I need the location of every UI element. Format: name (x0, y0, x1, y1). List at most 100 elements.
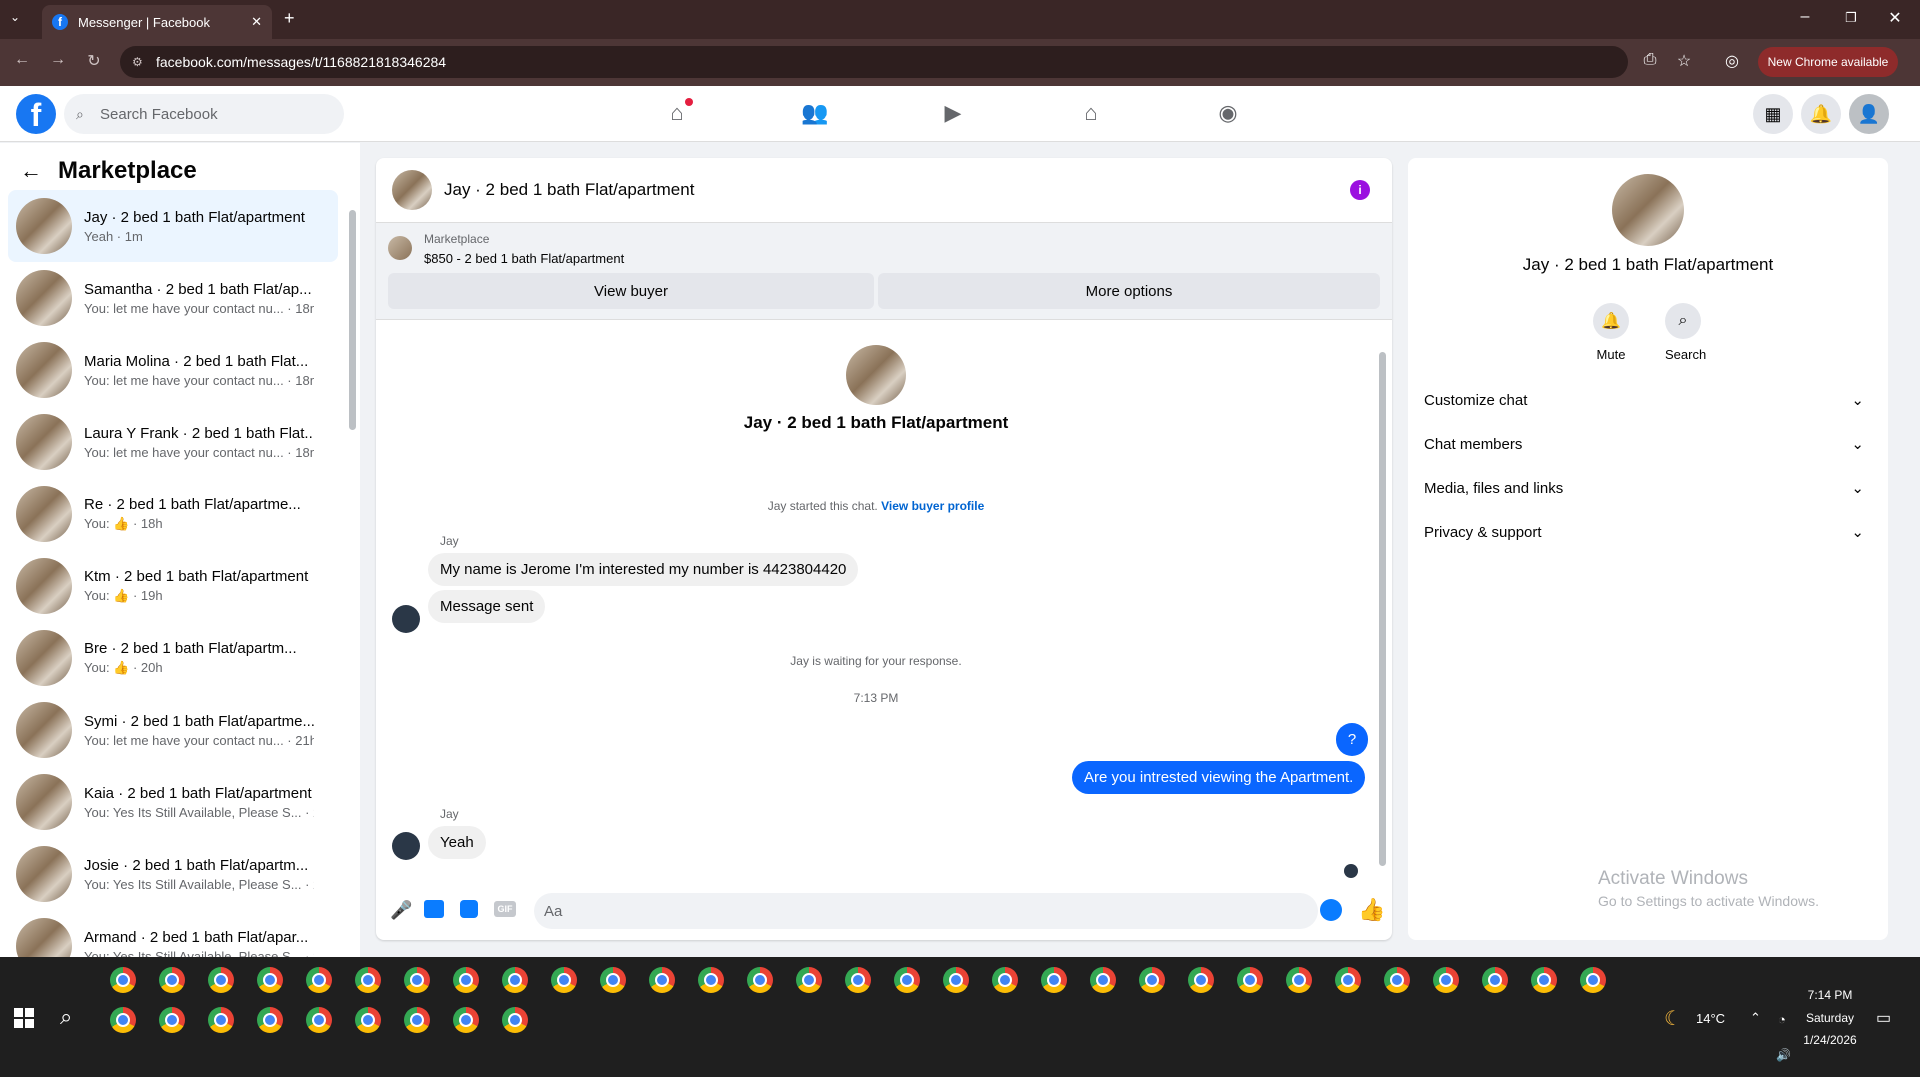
taskbar-app-icon[interactable] (1090, 967, 1116, 993)
taskbar-app-icon[interactable] (845, 967, 871, 993)
friends-icon[interactable]: 👥 (795, 100, 835, 128)
incoming-message[interactable]: My name is Jerome I'm interested my numb… (428, 553, 859, 586)
search-conversation-button[interactable]: ⌕ Search (1665, 303, 1706, 362)
taskbar-app-icon[interactable] (600, 967, 626, 993)
photo-icon[interactable] (424, 900, 444, 918)
weather-moon-icon[interactable]: ☾ (1664, 1006, 1682, 1031)
message-input[interactable]: Aa (534, 893, 1318, 929)
conversation-item[interactable]: Symi · 2 bed 1 bath Flat/apartme... You: … (8, 694, 338, 766)
gif-icon[interactable]: GIF (494, 901, 516, 917)
emoji-icon[interactable] (1320, 899, 1342, 921)
chat-scrollbar[interactable] (1379, 352, 1386, 866)
back-arrow-icon[interactable]: ← (20, 158, 42, 184)
show-hidden-icons[interactable]: ⌃ (1750, 1010, 1761, 1026)
search-facebook-input[interactable]: ⌕ Search Facebook (64, 94, 344, 134)
weather-temp[interactable]: 14°C (1696, 1011, 1725, 1026)
taskbar-app-icon[interactable] (1335, 967, 1361, 993)
taskbar-app-icon[interactable] (1384, 967, 1410, 993)
taskbar-app-icon[interactable] (1286, 967, 1312, 993)
taskbar-time[interactable]: 7:14 PM (1800, 988, 1860, 1002)
details-option[interactable]: Chat members ⌄ (1424, 424, 1872, 464)
taskbar-app-icon[interactable] (306, 1007, 332, 1033)
taskbar-app-icon[interactable] (502, 1007, 528, 1033)
url-field[interactable]: ⚙ facebook.com/messages/t/11688218183462… (120, 46, 1628, 78)
new-chrome-available-button[interactable]: New Chrome available (1758, 47, 1898, 77)
view-buyer-profile-link[interactable]: View buyer profile (881, 499, 984, 513)
details-option[interactable]: Customize chat ⌄ (1424, 380, 1872, 420)
taskbar-app-icon[interactable] (747, 967, 773, 993)
marketplace-icon[interactable]: ⌂ (1071, 100, 1111, 128)
info-icon[interactable]: i (1350, 180, 1370, 200)
taskbar-app-icon[interactable] (1580, 967, 1606, 993)
home-icon[interactable]: ⌂ (657, 98, 697, 128)
taskbar-app-icon[interactable] (1482, 967, 1508, 993)
incoming-message[interactable]: Yeah (428, 826, 486, 859)
install-icon[interactable]: ⎙ (1638, 51, 1662, 69)
taskbar-date[interactable]: 1/24/2026 (1800, 1033, 1860, 1047)
taskbar-app-icon[interactable] (1531, 967, 1557, 993)
outgoing-message[interactable]: ? (1336, 723, 1368, 756)
more-options-button[interactable]: More options (878, 273, 1380, 309)
chat-avatar[interactable] (392, 170, 432, 210)
taskbar-app-icon[interactable] (208, 1007, 234, 1033)
taskbar-app-icon[interactable] (404, 1007, 430, 1033)
taskbar-app-icon[interactable] (1433, 967, 1459, 993)
taskbar-app-icon[interactable] (453, 1007, 479, 1033)
taskbar-app-icon[interactable] (1237, 967, 1263, 993)
site-info-icon[interactable]: ⚙ (132, 55, 143, 69)
taskbar-app-icon[interactable] (257, 1007, 283, 1033)
conversation-item[interactable]: Jay · 2 bed 1 bath Flat/apartment Yeah · … (8, 190, 338, 262)
taskbar-app-icon[interactable] (355, 1007, 381, 1033)
outgoing-message[interactable]: Are you intrested viewing the Apartment. (1072, 761, 1366, 794)
conversation-scrollbar[interactable] (349, 210, 356, 430)
taskbar-app-icon[interactable] (551, 967, 577, 993)
taskbar-app-icon[interactable] (453, 967, 479, 993)
taskbar-day[interactable]: Saturday (1800, 1011, 1860, 1025)
mute-button[interactable]: 🔔 Mute (1593, 303, 1629, 362)
bookmark-star-icon[interactable]: ☆ (1672, 51, 1696, 71)
conversation-item[interactable]: Bre · 2 bed 1 bath Flat/apartm... You: 👍 … (8, 622, 338, 694)
conversation-item[interactable]: Josie · 2 bed 1 bath Flat/apartm... You: … (8, 838, 338, 910)
taskbar-app-icon[interactable] (698, 967, 724, 993)
taskbar-app-icon[interactable] (257, 967, 283, 993)
incoming-message[interactable]: Message sent (428, 590, 546, 623)
taskbar-app-icon[interactable] (208, 967, 234, 993)
taskbar-app-icon[interactable] (649, 967, 675, 993)
taskbar-app-icon[interactable] (1139, 967, 1165, 993)
taskbar-app-icon[interactable] (1188, 967, 1214, 993)
network-icon[interactable]: ◔ (1778, 1012, 1786, 1027)
video-icon[interactable]: ▶ (933, 100, 973, 128)
taskbar-app-icon[interactable] (159, 967, 185, 993)
taskbar-app-icon[interactable] (110, 1007, 136, 1033)
browser-tab[interactable]: f Messenger | Facebook ✕ (42, 5, 272, 39)
taskbar-app-icon[interactable] (1041, 967, 1067, 993)
taskbar-app-icon[interactable] (404, 967, 430, 993)
taskbar-app-icon[interactable] (992, 967, 1018, 993)
taskbar-app-icon[interactable] (159, 1007, 185, 1033)
taskbar-app-icon[interactable] (894, 967, 920, 993)
facebook-logo-icon[interactable]: f (16, 94, 56, 134)
conversation-item[interactable]: Laura Y Frank · 2 bed 1 bath Flat... You:… (8, 406, 338, 478)
conversation-item[interactable]: Samantha · 2 bed 1 bath Flat/ap... You: l… (8, 262, 338, 334)
tab-list-icon[interactable]: ⌄ (10, 10, 20, 24)
taskbar-app-icon[interactable] (306, 967, 332, 993)
groups-icon[interactable]: ◉ (1208, 100, 1248, 128)
view-buyer-button[interactable]: View buyer (388, 273, 874, 309)
taskbar-app-icon[interactable] (502, 967, 528, 993)
reload-icon[interactable]: ↻ (82, 51, 106, 71)
details-option[interactable]: Privacy & support ⌄ (1424, 512, 1872, 552)
close-window-icon[interactable]: ✕ (1880, 8, 1910, 28)
back-icon[interactable]: ← (10, 51, 34, 69)
chat-title[interactable]: Jay · 2 bed 1 bath Flat/apartment (444, 180, 694, 200)
sticker-icon[interactable] (460, 900, 478, 918)
taskbar-app-icon[interactable] (355, 967, 381, 993)
conversation-item[interactable]: Ktm · 2 bed 1 bath Flat/apartment You: 👍 … (8, 550, 338, 622)
profile-icon[interactable]: ◎ (1720, 51, 1744, 71)
menu-grid-icon[interactable]: ▦ (1753, 94, 1793, 134)
conversation-item[interactable]: Maria Molina · 2 bed 1 bath Flat... You: … (8, 334, 338, 406)
taskbar-app-icon[interactable] (796, 967, 822, 993)
taskbar-app-icon[interactable] (110, 967, 136, 993)
search-taskbar-icon[interactable]: ⌕ (60, 1004, 72, 1030)
details-option[interactable]: Media, files and links ⌄ (1424, 468, 1872, 508)
conversation-item[interactable]: Kaia · 2 bed 1 bath Flat/apartment You: Y… (8, 766, 338, 838)
